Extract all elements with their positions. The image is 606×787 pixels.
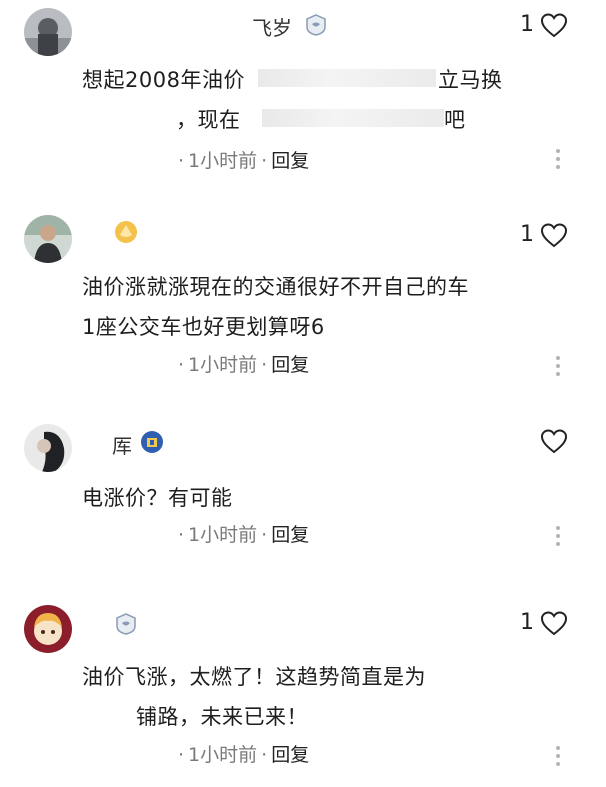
comment-time: 1小时前 (188, 524, 258, 546)
comment-meta: · 1小时前 · 回复 (178, 354, 310, 376)
redacted-text (262, 109, 444, 127)
comment-time: 1小时前 (188, 744, 258, 766)
comment-text: 1座公交车也好更划算呀6 (82, 315, 325, 339)
user-avatar[interactable] (24, 215, 72, 263)
comment-text: 想起2008年油价 (82, 68, 245, 92)
username[interactable]: 厍 (112, 430, 132, 459)
comment-item: 飞岁 1 想起2008年油价 立马换 ，现在 吧 · 1小时前 · 回复 (0, 0, 606, 190)
user-avatar[interactable] (24, 424, 72, 472)
comment-item: 厍 电涨价？有可能 · 1小时前 · 回复 (0, 410, 606, 570)
level-badge-icon (116, 613, 136, 635)
heart-icon[interactable] (540, 610, 568, 636)
comment-text: 油价涨就涨現在的交通很好不开自己的车 (82, 275, 469, 299)
gold-badge-icon (115, 221, 137, 243)
like-count: 1 (520, 12, 534, 37)
reply-button[interactable]: 回复 (271, 524, 309, 546)
redacted-text (258, 69, 436, 87)
comment-item: 1 油价飞涨，太燃了！这趋势简直是为 铺路，未来已来！ · 1小时前 · 回复 (0, 595, 606, 785)
comment-item: 1 油价涨就涨現在的交通很好不开自己的车 1座公交车也好更划算呀6 · 1小时前 ·… (0, 205, 606, 395)
comment-text: 吧 (444, 108, 466, 132)
heart-icon[interactable] (540, 428, 568, 454)
comment-meta: · 1小时前 · 回复 (178, 744, 310, 766)
comment-meta: · 1小时前 · 回复 (178, 524, 310, 546)
reply-button[interactable]: 回复 (271, 744, 309, 766)
heart-icon[interactable] (540, 12, 568, 38)
comment-meta: · 1小时前 · 回复 (178, 150, 310, 172)
more-options-icon[interactable] (554, 745, 562, 767)
reply-button[interactable]: 回复 (271, 354, 309, 376)
comment-text: 油价飞涨，太燃了！这趋势简直是为 (82, 665, 426, 689)
comment-text: 铺路，未来已来！ (136, 705, 308, 729)
more-options-icon[interactable] (554, 148, 562, 170)
comment-text: 电涨价？有可能 (82, 486, 233, 510)
heart-icon[interactable] (540, 222, 568, 248)
user-avatar[interactable] (24, 605, 72, 653)
comment-text: ，现在 (176, 108, 241, 132)
more-options-icon[interactable] (554, 355, 562, 377)
shield-badge-icon (141, 431, 163, 453)
username[interactable]: 飞岁 (252, 12, 292, 41)
level-badge-icon (306, 14, 326, 36)
like-count: 1 (520, 222, 534, 247)
comment-time: 1小时前 (188, 150, 258, 172)
reply-button[interactable]: 回复 (271, 150, 309, 172)
like-count: 1 (520, 610, 534, 635)
more-options-icon[interactable] (554, 525, 562, 547)
user-avatar[interactable] (24, 8, 72, 56)
comment-text: 立马换 (438, 68, 503, 92)
comment-time: 1小时前 (188, 354, 258, 376)
